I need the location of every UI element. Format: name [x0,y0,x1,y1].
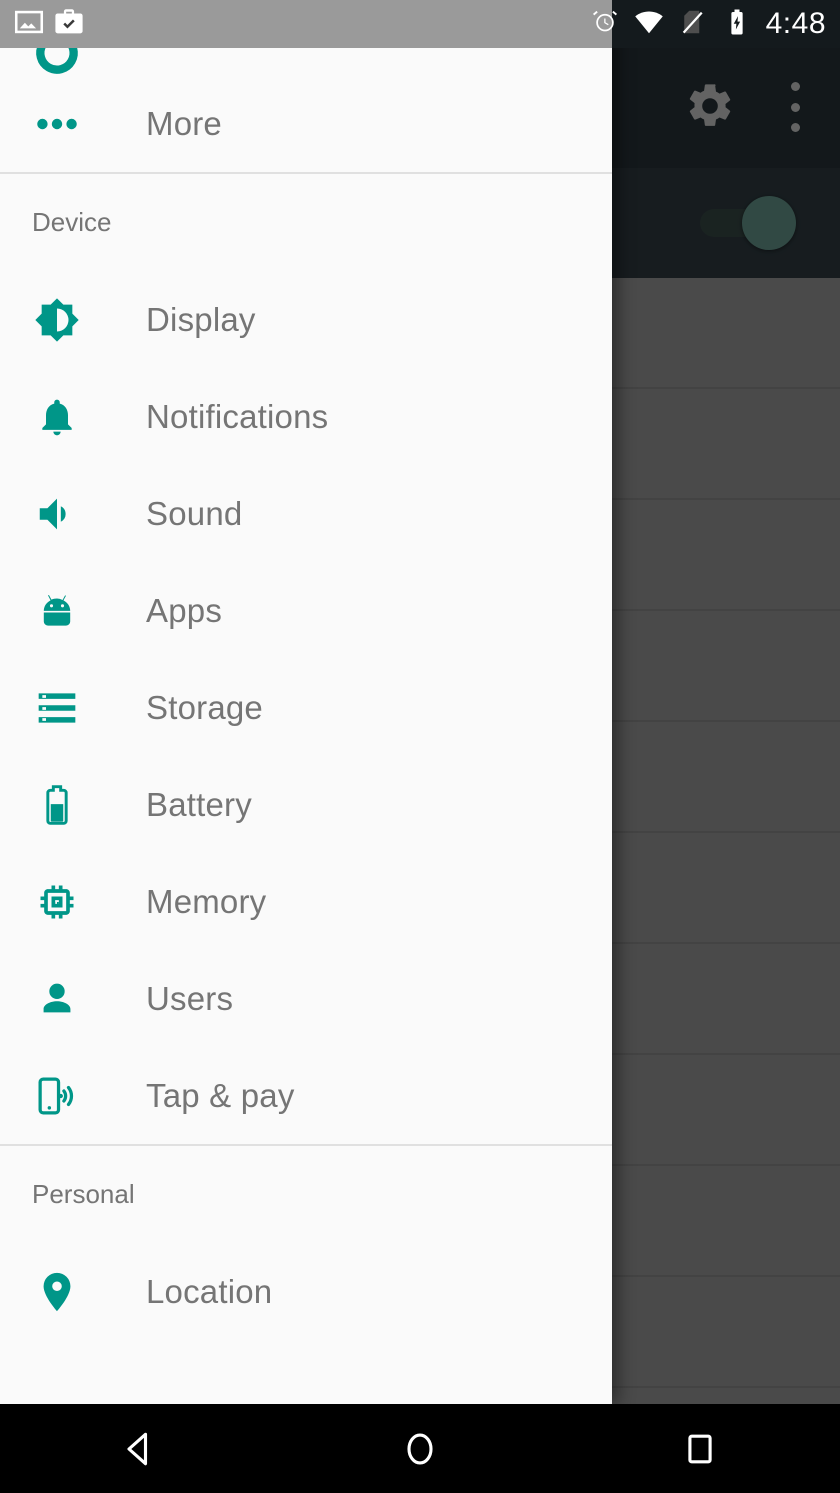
status-bar: 4:48 [0,0,840,48]
sidebar-item-label: Display [146,300,256,338]
sidebar-item-label: Apps [146,591,223,629]
battery-charging-icon [722,7,752,42]
sidebar-item-memory[interactable]: Memory [0,853,612,950]
no-sim-icon [678,7,708,42]
section-header-personal: Personal [0,1146,612,1243]
sidebar-item-label: More [146,104,222,142]
gear-icon[interactable] [684,80,736,132]
status-bar-clock: 4:48 [765,7,826,40]
work-profile-icon [52,5,86,44]
screenshot-icon [12,5,46,44]
person-icon [32,974,82,1024]
tap-and-pay-icon [32,1071,82,1121]
bell-icon [32,392,82,442]
sidebar-item-apps[interactable]: Apps [0,562,612,659]
volume-icon [32,489,82,539]
memory-chip-icon [32,877,82,927]
status-bar-left-background [0,0,612,48]
sidebar-item-sound[interactable]: Sound [0,465,612,562]
sidebar-item-label: Battery [146,785,252,823]
sidebar-item-users[interactable]: Users [0,950,612,1047]
back-button[interactable] [80,1419,200,1479]
section-header-label: Device [32,207,112,237]
sidebar-item-storage[interactable]: Storage [0,659,612,756]
system-navigation-bar [0,1404,840,1493]
phone-screen: Data usage More Device Display [0,0,840,1493]
section-header-label: Personal [32,1179,135,1209]
status-bar-notification-icons [12,4,86,44]
sidebar-item-label: Tap & pay [146,1076,295,1114]
switch-thumb [742,196,796,250]
home-button[interactable] [360,1419,480,1479]
sidebar-item-location[interactable]: Location [0,1243,612,1340]
storage-icon [32,683,82,733]
brightness-icon [32,295,82,345]
more-dots-icon [32,99,82,149]
master-switch[interactable] [700,196,796,250]
section-header-device: Device [0,174,612,271]
settings-navigation-drawer: Data usage More Device Display [0,0,612,1404]
sidebar-item-label: Storage [146,688,263,726]
sidebar-item-label: Users [146,979,234,1017]
sidebar-item-label: Notifications [146,397,329,435]
sidebar-item-display[interactable]: Display [0,271,612,368]
sidebar-item-more[interactable]: More [0,75,612,172]
recents-button[interactable] [640,1419,760,1479]
location-pin-icon [32,1267,82,1317]
battery-icon [32,780,82,830]
android-icon [32,586,82,636]
alarm-icon [590,7,620,42]
sidebar-item-battery[interactable]: Battery [0,756,612,853]
sidebar-item-label: Sound [146,494,243,532]
wifi-icon [634,7,664,42]
sidebar-item-label: Memory [146,882,267,920]
overflow-menu-icon[interactable] [784,82,806,132]
sidebar-item-label: Location [146,1272,273,1310]
sidebar-item-tap-and-pay[interactable]: Tap & pay [0,1047,612,1144]
sidebar-item-notifications[interactable]: Notifications [0,368,612,465]
status-bar-system-icons: 4:48 [590,0,826,48]
